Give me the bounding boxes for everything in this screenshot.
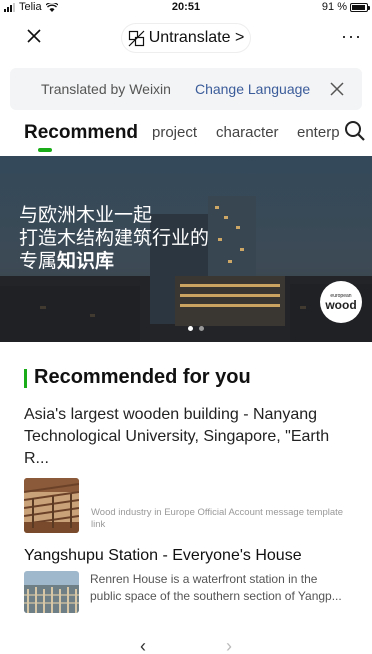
hero-carousel[interactable]: 与欧洲木业一起 打造木结构建筑行业的 专属知识库 european wood: [0, 156, 372, 342]
untranslate-button[interactable]: Untranslate >: [122, 24, 250, 52]
bottom-navigation: ‹ ›: [0, 634, 372, 654]
forward-button[interactable]: ›: [226, 637, 232, 654]
close-banner-icon[interactable]: [330, 82, 344, 96]
article-thumbnail[interactable]: [24, 478, 79, 533]
clock: 20:51: [171, 1, 201, 13]
top-bar: Untranslate > ···: [0, 14, 372, 60]
article-title[interactable]: Yangshupu Station - Everyone's House: [24, 547, 348, 565]
status-bar: Telia 20:51 91 %: [0, 0, 372, 14]
tab-enterprise[interactable]: enterp: [297, 124, 341, 141]
hero-line-3-prefix: 专属: [19, 251, 58, 272]
tab-project[interactable]: project: [152, 124, 197, 141]
logo-big-text: wood: [325, 298, 357, 312]
article-thumbnail[interactable]: [24, 571, 79, 613]
translate-icon: [128, 30, 145, 46]
hero-line-3-bold: 知识库: [57, 251, 115, 272]
hero-line-1: 与欧洲木业一起: [19, 205, 153, 226]
carousel-dot[interactable]: [188, 326, 193, 331]
search-icon[interactable]: [344, 120, 366, 142]
tab-recommend[interactable]: Recommend: [24, 122, 138, 144]
untranslate-label: Untranslate >: [148, 29, 245, 46]
article-title[interactable]: Asia's largest wooden building - Nanyang…: [24, 404, 348, 470]
section-accent-bar: [24, 369, 27, 388]
translated-by-label: Translated by Weixin: [41, 81, 171, 97]
translation-banner: Translated by Weixin Change Language: [10, 68, 362, 110]
article-list: Asia's largest wooden building - Nanyang…: [0, 404, 372, 613]
hero-line-2: 打造木结构建筑行业的: [19, 228, 210, 249]
list-item[interactable]: Yangshupu Station - Everyone's House Ren…: [24, 547, 348, 613]
battery-percent: 91 %: [321, 1, 347, 13]
carousel-dots: [188, 326, 204, 331]
list-item[interactable]: Asia's largest wooden building - Nanyang…: [24, 404, 348, 533]
article-meta: Wood industry in Europe Official Account…: [91, 507, 344, 530]
battery-icon: [350, 2, 370, 12]
hero-caption: 与欧洲木业一起 打造木结构建筑行业的 专属知识库: [19, 204, 209, 273]
article-snippet: Renren House is a waterfront station in …: [90, 572, 342, 603]
category-tabs: Recommend project character enterp: [0, 110, 372, 156]
european-wood-logo: european wood: [320, 281, 362, 323]
close-icon[interactable]: [26, 28, 42, 44]
active-tab-indicator: [38, 148, 52, 152]
change-language-link[interactable]: Change Language: [195, 81, 310, 97]
back-button[interactable]: ‹: [140, 637, 146, 654]
wechat-article-page: Telia 20:51 91 % Untranslate > ··· Trans…: [0, 0, 372, 654]
section-title: Recommended for you: [34, 366, 251, 388]
tab-character[interactable]: character: [216, 124, 279, 141]
more-options-button[interactable]: ···: [341, 26, 362, 47]
carousel-dot[interactable]: [199, 326, 204, 331]
hero-line-3: 专属知识库: [19, 250, 209, 273]
section-header: Recommended for you: [0, 364, 372, 394]
